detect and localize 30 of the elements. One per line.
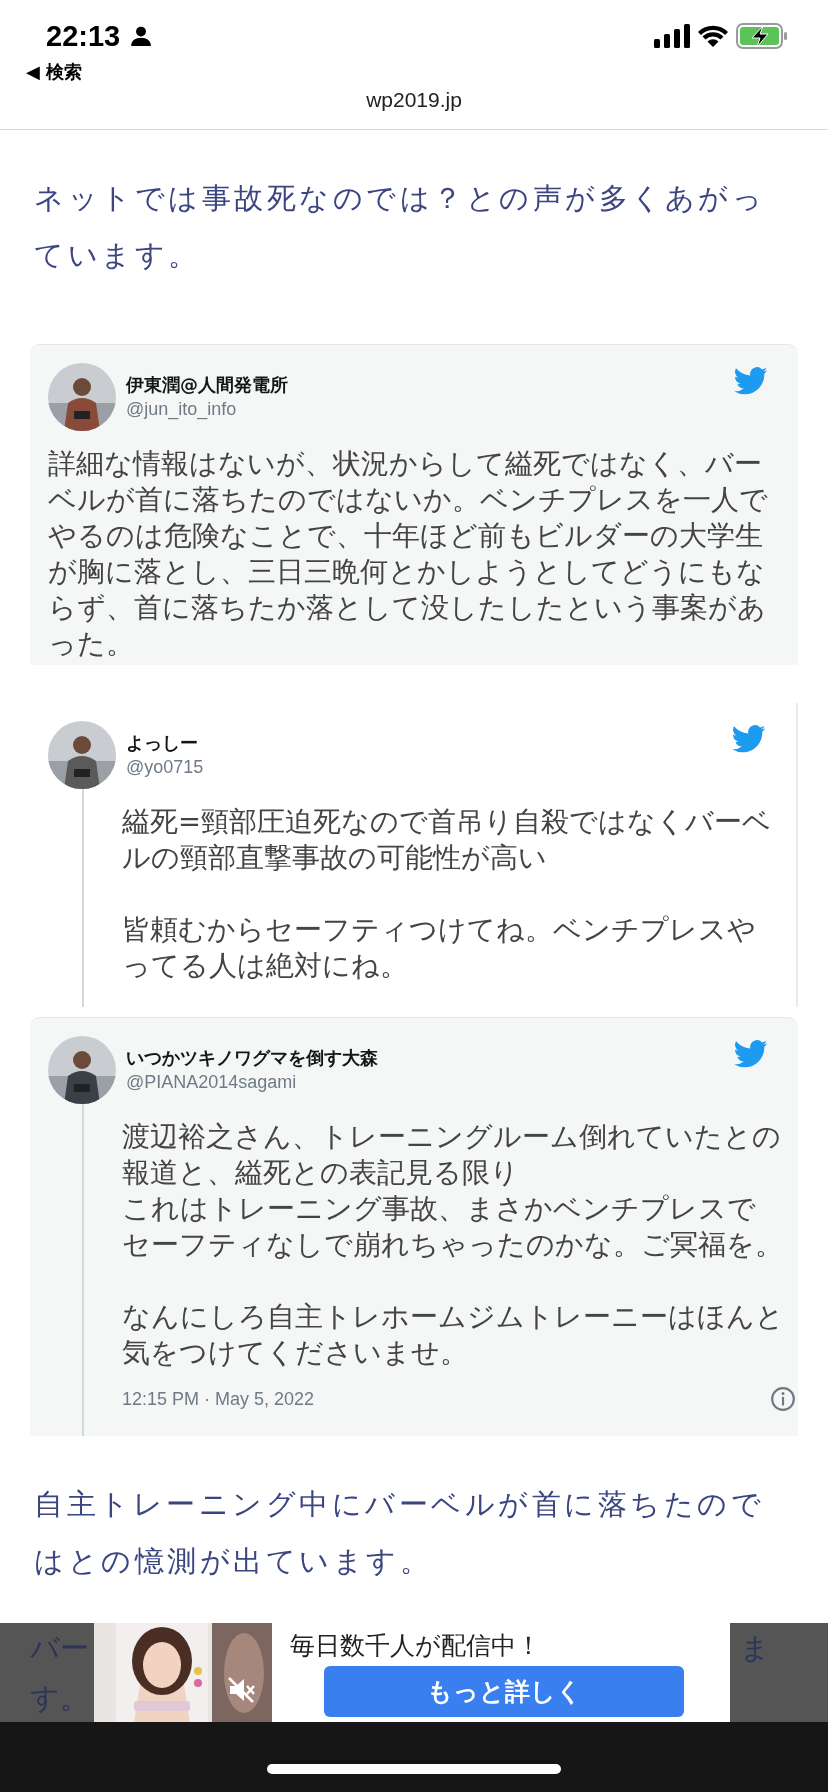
user-handle[interactable]: @PIANA2014sagami xyxy=(126,1072,297,1093)
battery-icon xyxy=(736,23,788,49)
tweet-text: 渡辺裕之さん、トレーニングルーム倒れていたとの報道と、縊死との表記見る限り xyxy=(122,1119,782,1190)
tweet-text: 詳細な情報はないが、状況からして縊死ではなく、バーベルが首に落ちたのではないか。ベンチプレスを一人でやるのは危険なことで、十年ほど前もビルダーの大学生が胸に落とし、三日三晩何とかしようとしてどうにもならず、首に落ちたか落として没したしたという事案があった。 xyxy=(48,446,769,661)
tweet-timestamp[interactable]: 12:15 PM · May 5, 2022 xyxy=(122,1388,315,1410)
url-label[interactable]: wp2019.jp xyxy=(40,88,788,112)
tweet-text: 縊死=頸部圧迫死なので首吊り自殺ではなくバーベルの頸部直撃事故の可能性が高い xyxy=(122,804,773,875)
tweet-text: なんにしろ自主トレホームジムトレーニーはほんと気をつけてくださいませ。 xyxy=(122,1299,784,1370)
user-name[interactable]: いつかツキノワグマを倒す大森 xyxy=(126,1046,378,1070)
back-button[interactable]: ◀ 検索 xyxy=(26,60,83,84)
article-paragraph: ネットでは事故死なのでは？との声が多くあがっています。 xyxy=(34,180,766,274)
learn-more-button[interactable]: もっと詳しく xyxy=(324,1666,684,1717)
signal-icon xyxy=(654,24,690,48)
user-handle[interactable]: @jun_ito_info xyxy=(126,399,237,420)
status-time: 22:13 xyxy=(46,19,121,53)
ad-banner[interactable]: 毎日数千人が配信中！ もっと詳しく xyxy=(94,1623,730,1722)
tweet-text: 皆頼むからセーフティつけてね。ベンチプレスやってる人は絶対にね。 xyxy=(122,912,757,983)
bird-icon[interactable] xyxy=(734,367,768,395)
article-paragraph: 自主トレーニング中にバーベルが首に落ちたのではとの憶測が出ています。 xyxy=(34,1486,765,1580)
user-handle[interactable]: @yo0715 xyxy=(126,757,204,778)
user-name[interactable]: 伊東潤@人間発電所 xyxy=(126,373,288,397)
info-icon[interactable] xyxy=(770,1386,796,1412)
person-icon xyxy=(130,25,153,47)
bird-icon[interactable] xyxy=(732,725,766,753)
ad-text: 毎日数千人が配信中！ xyxy=(290,1630,541,1662)
bird-icon[interactable] xyxy=(734,1040,768,1068)
user-name[interactable]: よっしー xyxy=(126,731,198,755)
tweet-text: これはトレーニング事故、まさかベンチプレスでセーフティなしで崩れちゃったのかな。ご冥福を。 xyxy=(122,1191,784,1262)
mute-icon[interactable] xyxy=(226,1675,256,1705)
wifi-icon xyxy=(698,24,728,48)
